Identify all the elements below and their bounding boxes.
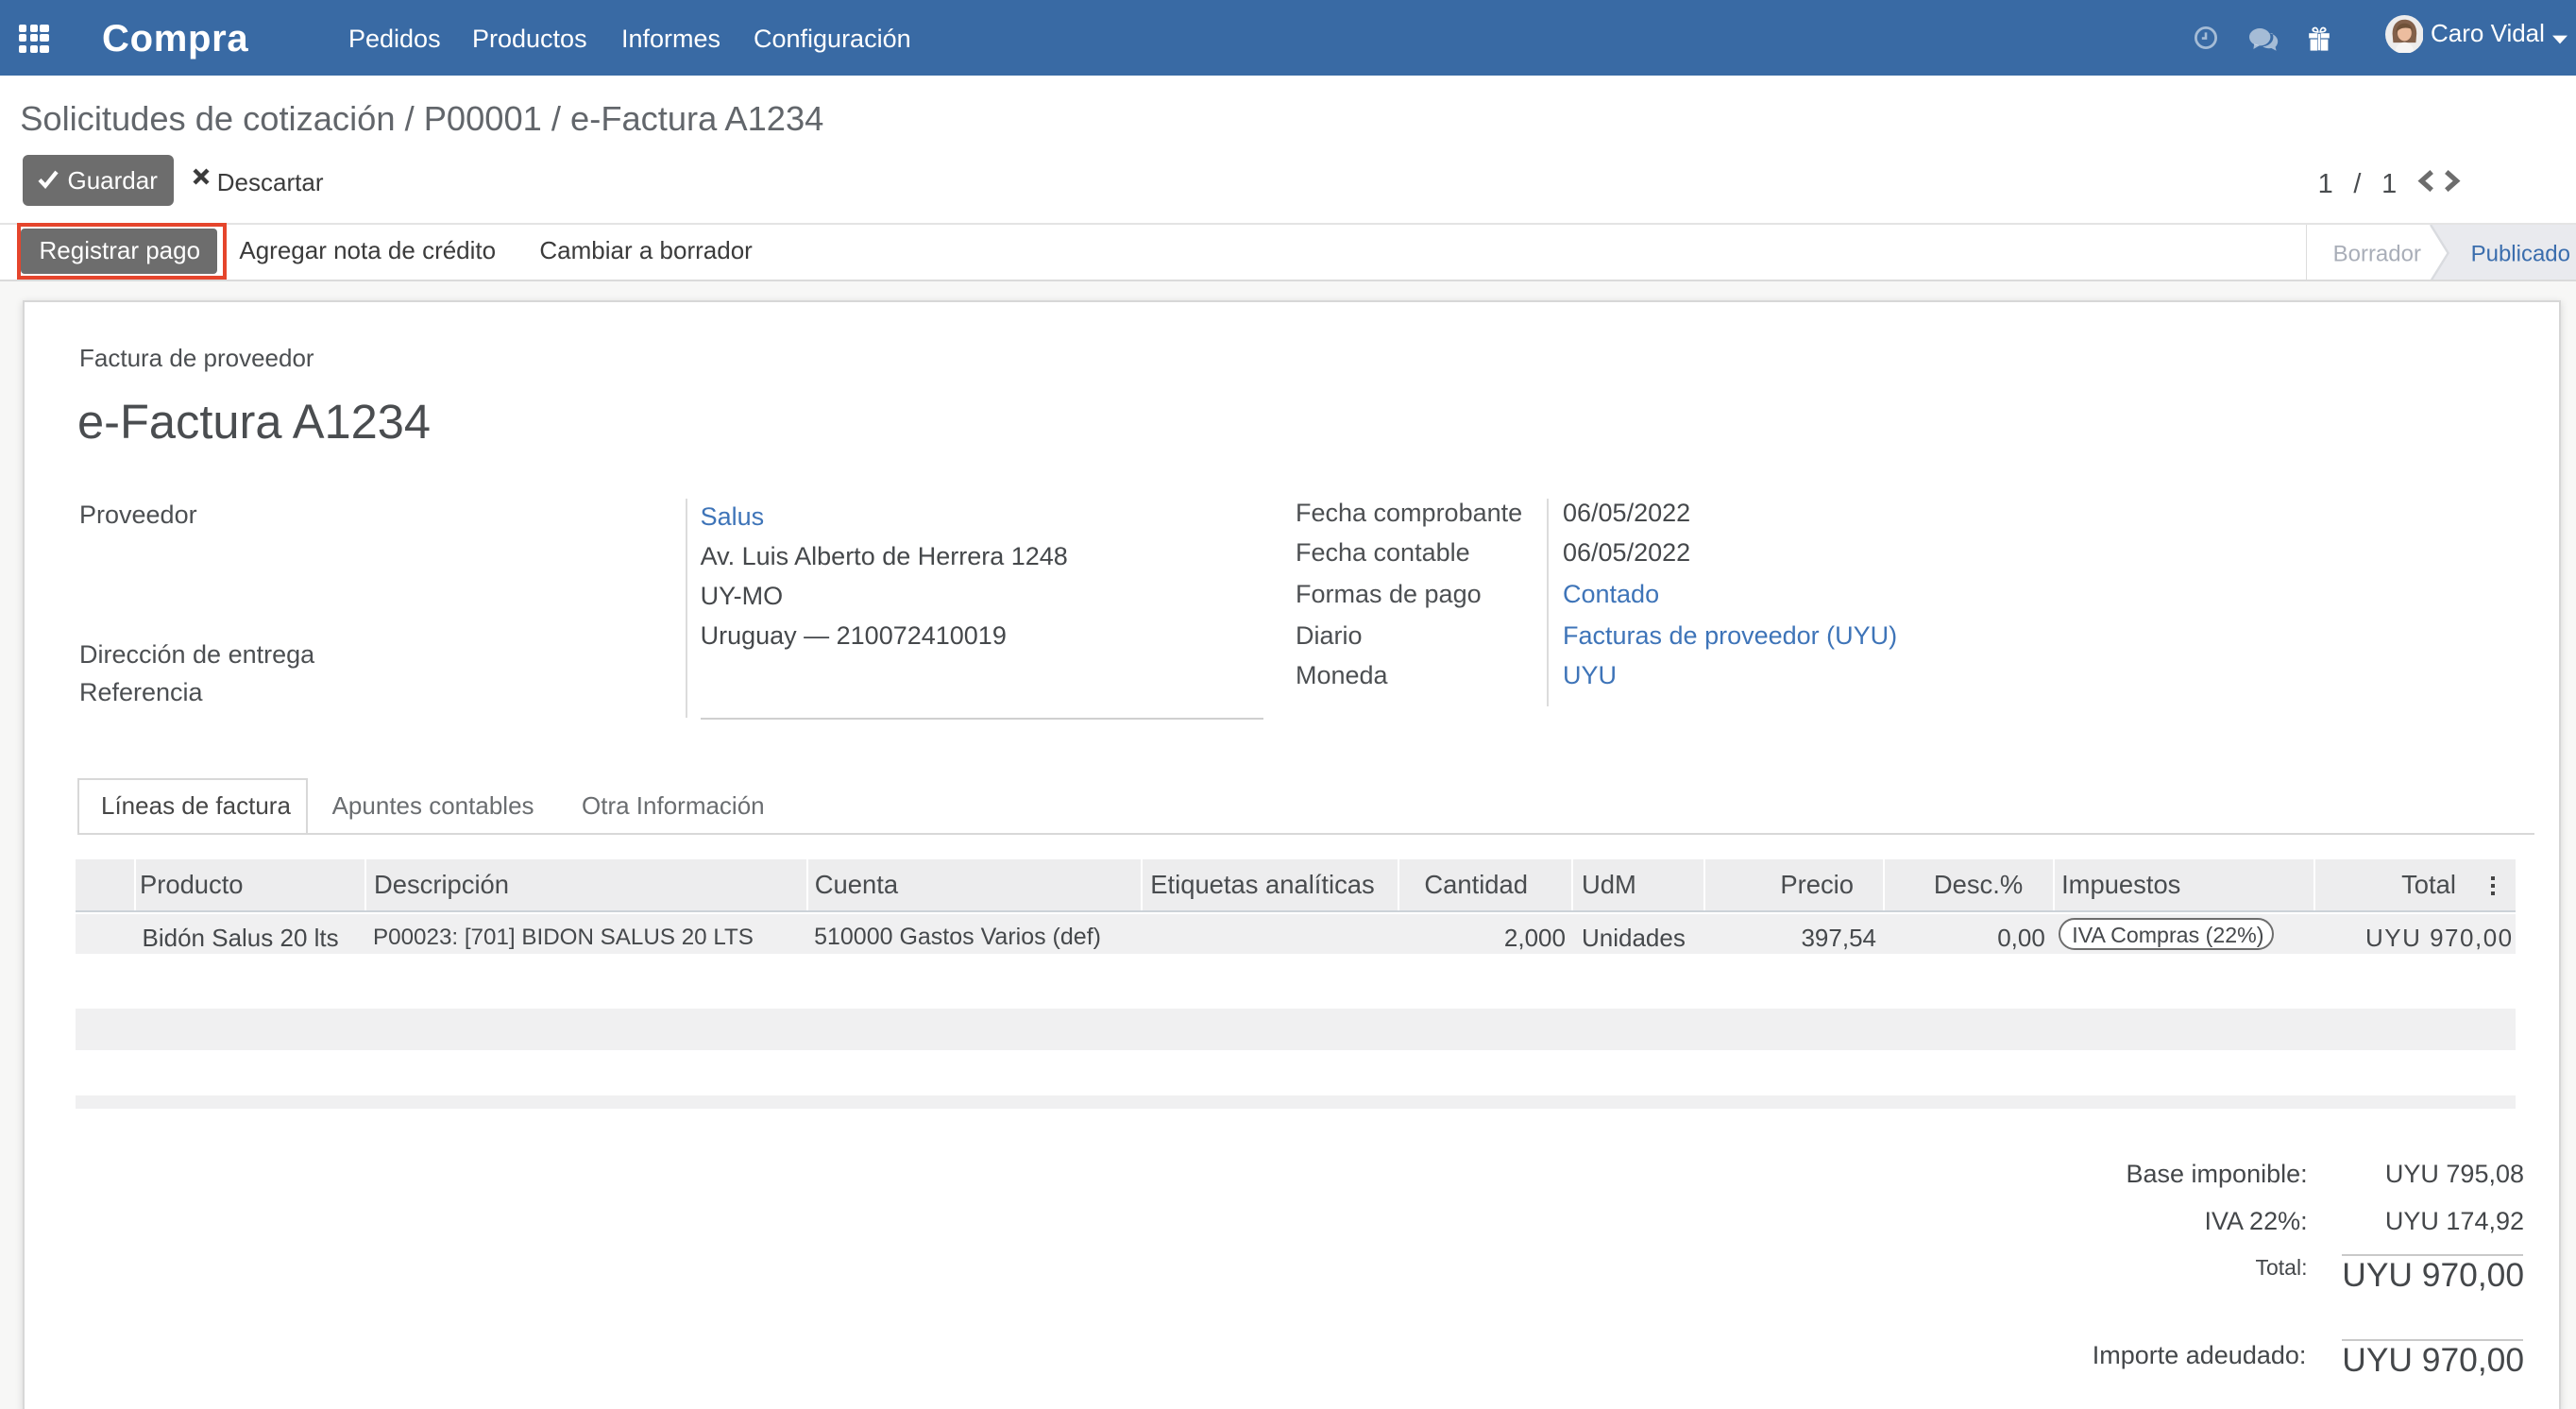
- svg-text:Borrador: Borrador: [2333, 241, 2421, 266]
- svg-text:Publicado: Publicado: [2471, 241, 2570, 266]
